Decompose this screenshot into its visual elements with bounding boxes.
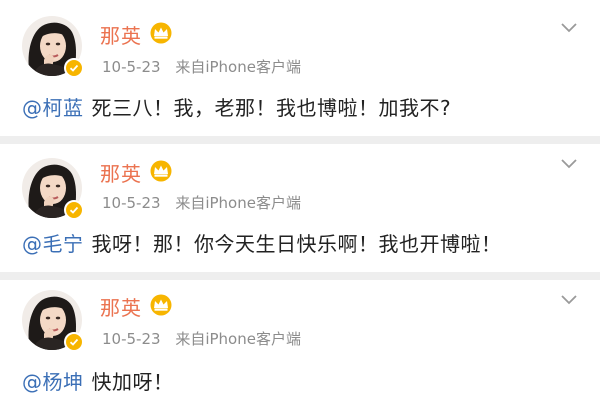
post-content: @柯蓝 死三八！我，老那！我也博啦！加我不? xyxy=(22,92,451,121)
avatar[interactable] xyxy=(22,16,84,78)
post-meta: 10-5-23 来自iPhone客户端 xyxy=(102,56,301,77)
verified-badge-icon xyxy=(64,58,84,78)
crown-icon xyxy=(150,294,172,316)
post-meta: 10-5-23 来自iPhone客户端 xyxy=(102,328,301,349)
post-text: 我呀！那！你今天生日快乐啊！我也开博啦！ xyxy=(91,232,502,256)
divider xyxy=(0,272,600,280)
weibo-feed: 那英 10-5-23 来自iPhone客户端 @柯蓝 死三八！我，老那！我也博啦！… xyxy=(0,0,600,410)
post-content: @杨坤 快加呀！ xyxy=(22,366,174,395)
avatar[interactable] xyxy=(22,158,84,220)
verified-badge-icon xyxy=(64,200,84,220)
post-source: 来自iPhone客户端 xyxy=(175,330,301,348)
post-source: 来自iPhone客户端 xyxy=(175,194,301,212)
chevron-down-icon[interactable] xyxy=(560,22,578,34)
post-source: 来自iPhone客户端 xyxy=(175,58,301,76)
post-meta: 10-5-23 来自iPhone客户端 xyxy=(102,192,301,213)
post-card: 那英 10-5-23 来自iPhone客户端 @柯蓝 死三八！我，老那！我也博啦！… xyxy=(0,0,600,136)
crown-icon xyxy=(150,160,172,182)
avatar[interactable] xyxy=(22,290,84,352)
verified-badge-icon xyxy=(64,332,84,352)
post-text: 快加呀！ xyxy=(91,370,174,394)
mention-link[interactable]: @柯蓝 xyxy=(22,96,84,120)
chevron-down-icon[interactable] xyxy=(560,158,578,170)
post-date: 10-5-23 xyxy=(102,58,161,76)
post-date: 10-5-23 xyxy=(102,330,161,348)
post-text: 死三八！我，老那！我也博啦！加我不? xyxy=(91,96,452,120)
crown-icon xyxy=(150,22,172,44)
post-card: 那英 10-5-23 来自iPhone客户端 @杨坤 快加呀！ xyxy=(0,280,600,410)
mention-link[interactable]: @毛宁 xyxy=(22,232,84,256)
divider xyxy=(0,136,600,144)
post-content: @毛宁 我呀！那！你今天生日快乐啊！我也开博啦！ xyxy=(22,228,502,257)
mention-link[interactable]: @杨坤 xyxy=(22,370,84,394)
username[interactable]: 那英 xyxy=(100,20,142,49)
username[interactable]: 那英 xyxy=(100,292,142,321)
post-card: 那英 10-5-23 来自iPhone客户端 @毛宁 我呀！那！你今天生日快乐啊！… xyxy=(0,144,600,272)
chevron-down-icon[interactable] xyxy=(560,294,578,306)
post-date: 10-5-23 xyxy=(102,194,161,212)
username[interactable]: 那英 xyxy=(100,158,142,187)
